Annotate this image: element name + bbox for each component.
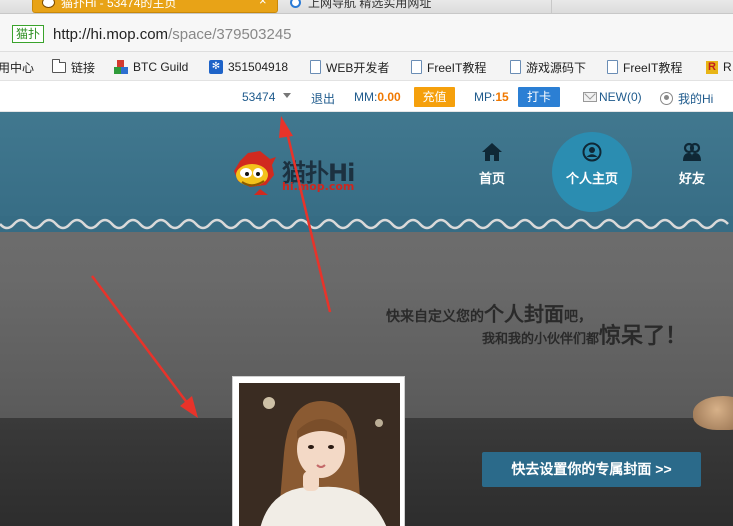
annotation-arrow-up bbox=[279, 116, 332, 313]
browser-window: 猫扑Hi - 53474的主页 × 上网导航 精选实用网址 猫扑 http://… bbox=[0, 0, 733, 526]
annotation-arrow-down bbox=[91, 275, 198, 418]
annotation-arrows bbox=[91, 116, 332, 418]
